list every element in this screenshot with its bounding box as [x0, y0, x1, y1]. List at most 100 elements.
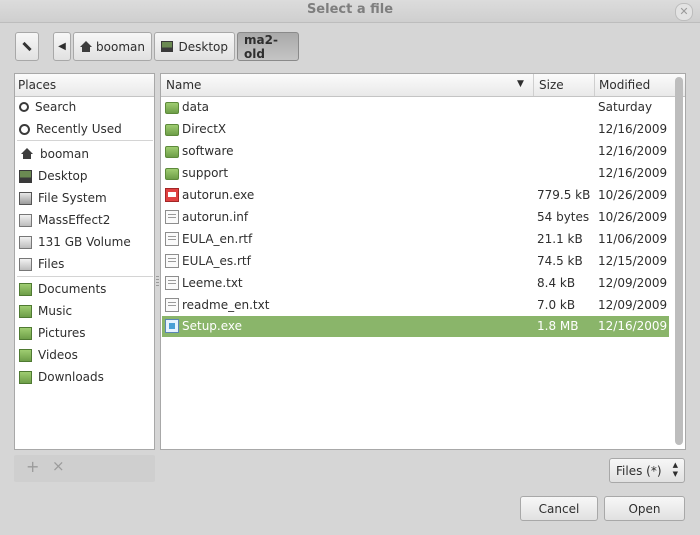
pane-resize-handle[interactable] — [156, 276, 159, 286]
text-file-icon — [165, 276, 179, 290]
file-row[interactable]: EULA_es.rtf 74.5 kB 12/15/2009 — [162, 251, 669, 272]
place-recently-used[interactable]: Recently Used — [17, 119, 153, 139]
videos-folder-icon — [19, 348, 32, 362]
place-label: Documents — [38, 282, 107, 296]
file-modified: 12/16/2009 — [598, 122, 668, 136]
file-row[interactable]: autorun.inf 54 bytes 10/26/2009 — [162, 207, 669, 228]
cancel-button[interactable]: Cancel — [520, 496, 598, 521]
window-title: Select a file — [306, 2, 394, 17]
file-name: support — [182, 166, 229, 180]
place-label: Search — [35, 100, 77, 114]
file-modified: Saturday — [598, 100, 653, 114]
place-label: Music — [38, 304, 73, 318]
up-arrow-icon: ▲ — [672, 461, 678, 469]
column-modified[interactable]: Modified — [599, 78, 650, 92]
file-type-filter[interactable]: Files (*) ▲ ▼ — [609, 458, 685, 483]
filter-label: Files (*) — [616, 463, 662, 478]
column-separator — [594, 74, 595, 96]
place-file-system[interactable]: File System — [17, 188, 153, 208]
text-file-icon — [165, 254, 179, 268]
file-list: Name ▼ Size Modified data Saturday Direc… — [160, 73, 686, 450]
folder-icon — [165, 102, 179, 114]
file-modified: 10/26/2009 — [598, 188, 668, 202]
places-toolbar: + × — [14, 455, 155, 482]
file-modified: 10/26/2009 — [598, 210, 668, 224]
file-name: Setup.exe — [182, 319, 243, 333]
column-name[interactable]: Name — [166, 78, 201, 92]
place-search[interactable]: Search — [17, 97, 153, 117]
file-row[interactable]: software 12/16/2009 — [162, 141, 669, 162]
file-row[interactable]: Leeme.txt 8.4 kB 12/09/2009 — [162, 273, 669, 294]
open-button[interactable]: Open — [604, 496, 685, 521]
path-crumb-booman[interactable]: booman — [73, 32, 152, 61]
crumb-label: booman — [96, 39, 145, 54]
edit-location-button[interactable] — [15, 32, 39, 61]
file-row[interactable]: support 12/16/2009 — [162, 163, 669, 184]
place-label: Pictures — [38, 326, 86, 340]
crumb-label: Desktop — [178, 39, 229, 54]
file-size: 779.5 kB — [537, 188, 591, 202]
file-row[interactable]: data Saturday — [162, 97, 669, 118]
file-name: autorun.inf — [182, 210, 249, 224]
file-size: 8.4 kB — [537, 276, 576, 290]
folder-icon — [165, 124, 179, 136]
file-row[interactable]: DirectX 12/16/2009 — [162, 119, 669, 140]
place-pictures[interactable]: Pictures — [17, 323, 153, 343]
place-downloads[interactable]: Downloads — [17, 367, 153, 387]
file-size: 7.0 kB — [537, 298, 576, 312]
file-name: software — [182, 144, 234, 158]
path-crumb-current[interactable]: ma2-old — [237, 32, 299, 61]
file-list-scrollbar[interactable] — [673, 75, 685, 449]
file-row-selected[interactable]: Setup.exe 1.8 MB 12/16/2009 — [162, 316, 669, 337]
place-videos[interactable]: Videos — [17, 345, 153, 365]
place-files[interactable]: Files — [17, 254, 153, 274]
file-size: 21.1 kB — [537, 232, 583, 246]
desktop-icon — [19, 169, 32, 183]
place-label: Recently Used — [36, 122, 122, 136]
executable-icon — [165, 188, 179, 202]
place-masseffect2[interactable]: MassEffect2 — [17, 210, 153, 230]
remove-icon[interactable]: × — [52, 457, 65, 475]
place-music[interactable]: Music — [17, 301, 153, 321]
file-row[interactable]: EULA_en.rtf 21.1 kB 11/06/2009 — [162, 229, 669, 250]
file-row[interactable]: autorun.exe 779.5 kB 10/26/2009 — [162, 185, 669, 206]
sort-descending-icon: ▼ — [517, 79, 524, 89]
add-icon[interactable]: + — [26, 457, 39, 476]
drive-icon — [19, 213, 32, 227]
column-size[interactable]: Size — [539, 78, 564, 92]
column-separator — [533, 74, 534, 96]
pencil-icon — [22, 41, 32, 52]
title-bar: Select a file ✕ — [0, 0, 700, 23]
text-file-icon — [165, 298, 179, 312]
file-modified: 12/09/2009 — [598, 276, 668, 290]
pictures-folder-icon — [19, 326, 32, 340]
crumb-label: ma2-old — [244, 32, 278, 61]
file-modified: 12/16/2009 — [598, 319, 668, 333]
drive-icon — [19, 257, 32, 271]
file-size: 74.5 kB — [537, 254, 583, 268]
places-panel: Places Search Recently Used booman Deskt… — [14, 73, 155, 450]
place-label: MassEffect2 — [38, 213, 111, 227]
scrollbar-thumb[interactable] — [675, 77, 683, 445]
places-header-label: Places — [18, 78, 57, 92]
drive-icon — [19, 235, 32, 249]
hard-drive-icon — [19, 191, 32, 205]
file-name: autorun.exe — [182, 188, 255, 202]
file-modified: 12/09/2009 — [598, 298, 668, 312]
place-documents[interactable]: Documents — [17, 279, 153, 299]
path-back-button[interactable]: ◀ — [53, 32, 71, 61]
text-file-icon — [165, 210, 179, 224]
path-crumb-desktop[interactable]: Desktop — [154, 32, 235, 61]
close-icon[interactable]: ✕ — [675, 3, 693, 21]
file-row[interactable]: readme_en.txt 7.0 kB 12/09/2009 — [162, 295, 669, 316]
file-name: DirectX — [182, 122, 227, 136]
places-separator — [17, 140, 153, 141]
place-desktop[interactable]: Desktop — [17, 166, 153, 186]
place-label: booman — [40, 147, 89, 161]
place-131gb-volume[interactable]: 131 GB Volume — [17, 232, 153, 252]
home-icon — [21, 147, 34, 161]
spin-arrows-icon: ▲ ▼ — [673, 461, 678, 479]
place-booman[interactable]: booman — [17, 144, 153, 164]
music-folder-icon — [19, 304, 32, 318]
file-name: readme_en.txt — [182, 298, 270, 312]
